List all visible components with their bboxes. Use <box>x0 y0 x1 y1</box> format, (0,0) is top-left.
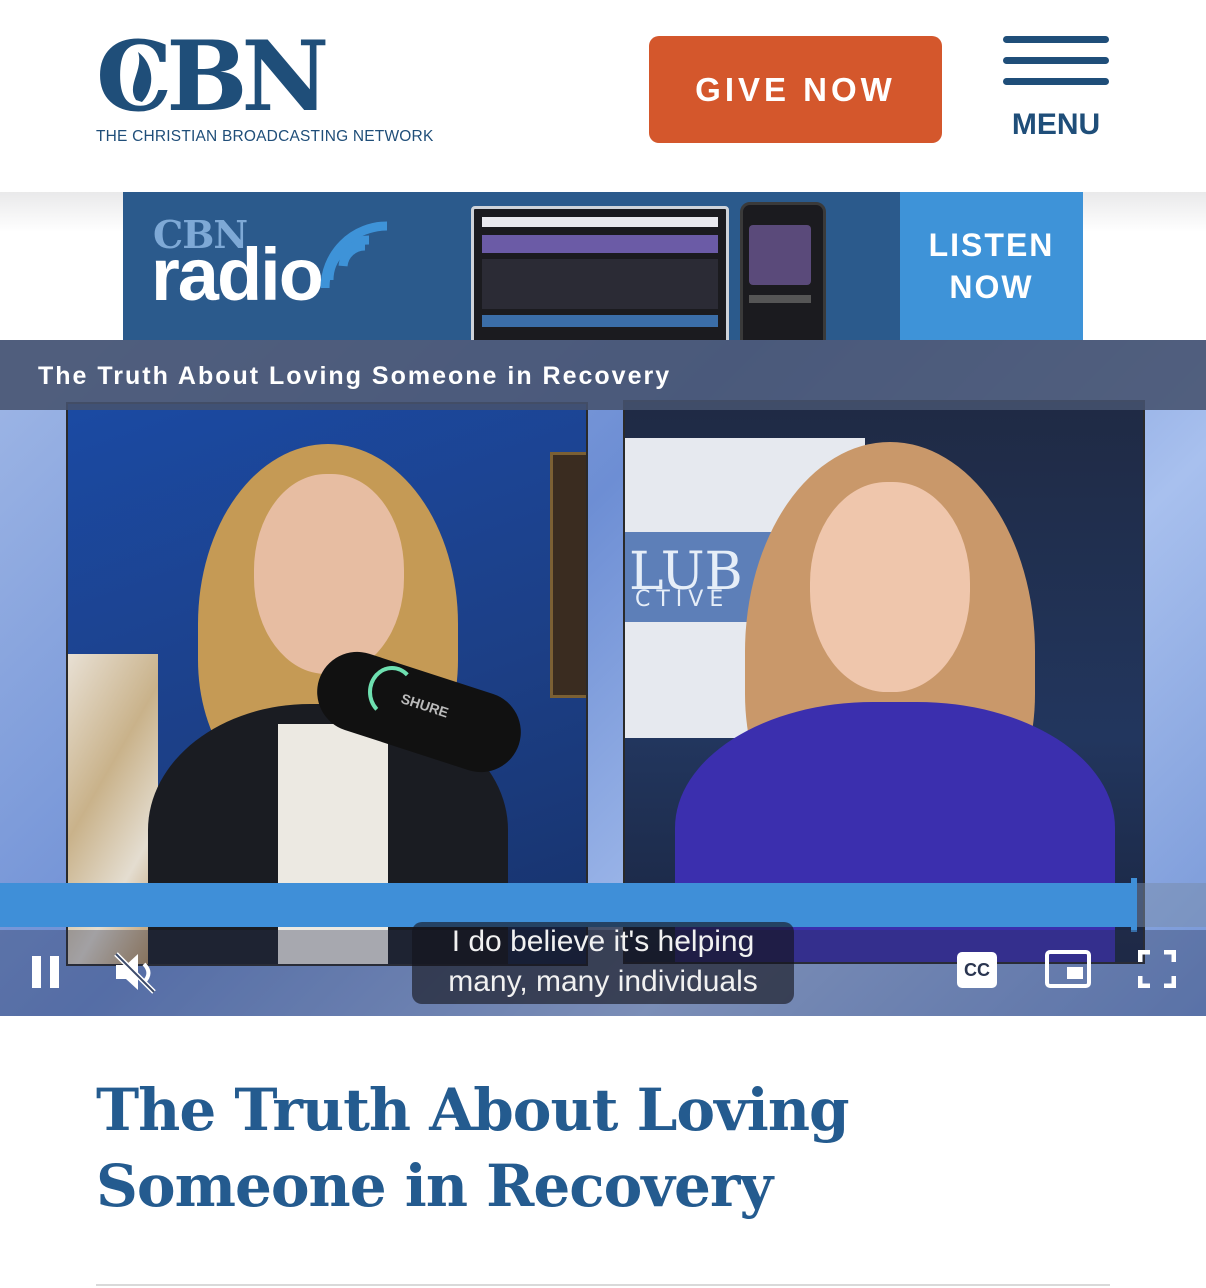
closed-captions-button[interactable]: CC <box>957 952 997 988</box>
listen-now-line2: NOW <box>949 269 1034 305</box>
video-frame-left-guest: SHURE <box>66 402 588 966</box>
menu-label: MENU <box>1011 108 1101 141</box>
cbn-logo-mark: CBN <box>96 30 332 120</box>
caption-line-2: many, many individuals <box>448 965 758 998</box>
listen-now-line1: LISTEN <box>928 227 1055 263</box>
cbn-logo[interactable]: CBN THE CHRISTIAN BROADCASTING NETWORK <box>96 30 436 150</box>
progress-handle[interactable] <box>1131 878 1137 932</box>
phone-screenshot-image <box>740 202 826 340</box>
give-now-button[interactable]: GIVE NOW <box>649 36 942 143</box>
listen-now-button[interactable]: LISTEN NOW <box>900 192 1083 340</box>
logo-tagline: THE CHRISTIAN BROADCASTING NETWORK <box>96 128 434 145</box>
video-player[interactable]: SHURE LUB CTIVE The Truth About Loving S… <box>0 340 1206 1016</box>
hamburger-icon-bar <box>1003 57 1109 64</box>
cbn-radio-banner[interactable]: CBN radio LISTEN NOW <box>123 192 1083 340</box>
cbn-logo-text: CBN <box>96 30 326 120</box>
video-frame-right-host: LUB CTIVE <box>623 400 1145 964</box>
host-face <box>810 482 970 692</box>
picture-frame <box>550 452 586 698</box>
laptop-screenshot-image <box>471 206 729 340</box>
broadcast-waves-icon <box>320 221 388 289</box>
banner-radio-word: radio <box>151 233 324 316</box>
picture-in-picture-icon[interactable] <box>1045 950 1091 988</box>
guest-face <box>254 474 404 674</box>
fullscreen-icon[interactable] <box>1138 950 1176 988</box>
cc-label: CC <box>964 959 990 980</box>
mute-icon[interactable] <box>112 950 158 994</box>
video-title: The Truth About Loving Someone in Recove… <box>38 362 672 390</box>
site-header: CBN THE CHRISTIAN BROADCASTING NETWORK G… <box>0 0 1206 192</box>
hamburger-icon-bar <box>1003 78 1109 85</box>
hamburger-icon-bar <box>1003 36 1109 43</box>
divider <box>96 1284 1110 1286</box>
club-sign-subtext: CTIVE <box>635 587 730 612</box>
pause-icon[interactable] <box>30 954 62 990</box>
caption-line-1: I do believe it's helping <box>451 925 755 958</box>
closed-caption-box: I do believe it's helping many, many ind… <box>412 922 794 1004</box>
article-title: The Truth About Loving Someone in Recove… <box>96 1076 850 1220</box>
video-title-bar: The Truth About Loving Someone in Recove… <box>0 340 1206 410</box>
guest-shirt <box>278 724 388 964</box>
progress-fill <box>0 883 1134 927</box>
menu-button[interactable]: MENU <box>1000 36 1112 146</box>
